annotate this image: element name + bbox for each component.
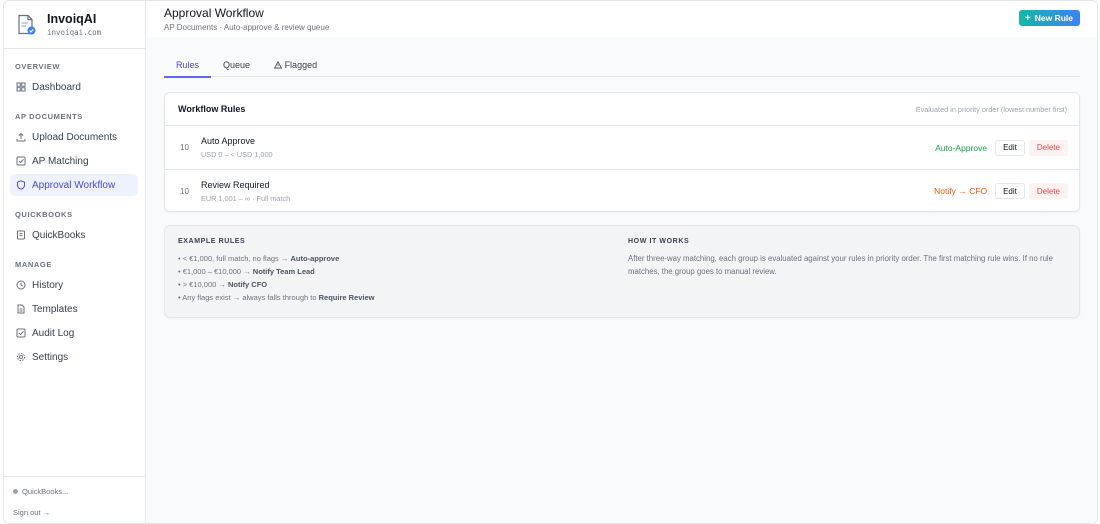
workflow-rules-note: Evaluated in priority order (lowest numb… [915,104,1067,114]
sidebar-item-quickbooks[interactable]: QuickBooks [10,224,138,246]
sidebar-item-ap-matching[interactable]: AP Matching [10,150,138,172]
sidebar-item-label: Approval Workflow [32,179,116,191]
rule-priority: 10 [180,186,189,196]
example-rules: EXAMPLE RULES • < €1,000, full match, no… [178,238,628,305]
example-rule-item: • €1,000 – €10,000 → Notify Team Lead [178,267,315,276]
plus-icon: + [1024,12,1031,24]
sidebar-item-label: Settings [32,351,69,363]
workflow-rules-title: Workflow Rules [178,104,246,114]
page-title: Approval Workflow [164,6,264,20]
sidebar-item-label: Templates [32,303,78,315]
rule-name: Review Required [201,179,270,190]
app-window: InvoiqAI invoiqai.com OVERVIEW Dashboard… [3,0,1098,524]
file-icon [16,304,26,314]
rule-name: Auto Approve [201,136,256,146]
quickbooks-status-label: QuickBooks... [22,487,69,496]
breadcrumb: AP Documents · Auto-approve & review que… [164,23,330,32]
upload-icon [16,132,26,142]
brand-name: InvoiqAI [47,12,97,26]
sidebar-item-label: AP Matching [32,155,89,167]
sidebar-item-history[interactable]: History [10,274,138,296]
sidebar-item-templates[interactable]: Templates [10,298,138,320]
check-square-icon [16,328,26,338]
sidebar-item-approval-workflow[interactable]: Approval Workflow [10,174,138,196]
edit-rule-button[interactable]: Edit [995,183,1025,199]
section-label-ap-documents: AP DOCUMENTS [15,112,83,121]
rule-action: Auto-Approve [935,142,988,153]
delete-rule-button[interactable]: Delete [1028,183,1068,199]
section-label-overview: OVERVIEW [15,62,61,71]
gear-icon [16,352,26,362]
example-rules-heading: EXAMPLE RULES [178,238,246,245]
tab-bar: Rules Queue Flagged [164,55,1080,78]
example-rule-item: • < €1,000, full match, no flags → Auto-… [178,254,340,263]
shield-icon [16,180,26,190]
sidebar-item-label: Upload Documents [32,131,118,143]
workflow-rules-header: Workflow Rules Evaluated in priority ord… [165,93,1079,126]
how-it-works-heading: HOW IT WORKS [628,238,690,245]
sidebar-item-audit-log[interactable]: Audit Log [10,322,138,344]
rule-condition: EUR 1,001 – ∞ · Full match [201,193,291,203]
sidebar-item-label: Dashboard [32,81,81,93]
section-label-quickbooks: QUICKBOOKS [15,210,73,219]
rule-action: Notify → CFO [934,186,988,196]
how-it-works-text: After three-way matching, each group is … [628,254,1053,276]
sign-out-link[interactable]: Sign out → [4,508,145,517]
sidebar-item-upload-documents[interactable]: Upload Documents [10,126,138,148]
info-card: EXAMPLE RULES • < €1,000, full match, no… [164,225,1080,318]
example-rule-item: • > €10,000 → Notify CFO [178,280,268,289]
sidebar-footer: QuickBooks... Sign out → [4,476,145,523]
new-rule-label: New Rule [1034,13,1073,23]
tab-flagged[interactable]: Flagged [262,55,329,77]
example-rule-item: • Any flags exist → always falls through… [178,293,375,302]
edit-rule-button[interactable]: Edit [995,139,1025,156]
workflow-rules-card: Workflow Rules Evaluated in priority ord… [164,92,1080,212]
sidebar-item-label: History [32,279,64,291]
sidebar-item-label: Audit Log [32,327,75,339]
status-dot-icon [13,489,18,494]
rule-row: 10 Auto Approve USD 0 – < USD 1,000 Auto… [165,126,1079,169]
new-rule-button[interactable]: + New Rule [1018,10,1080,26]
delete-rule-button[interactable]: Delete [1028,139,1068,156]
tab-flagged-label: Flagged [284,60,318,70]
warning-icon [273,60,283,70]
section-label-manage: MANAGE [15,260,52,269]
how-it-works: HOW IT WORKS After three-way matching, e… [628,238,1066,305]
sidebar: InvoiqAI invoiqai.com OVERVIEW Dashboard… [4,1,146,523]
sidebar-item-dashboard[interactable]: Dashboard [10,76,138,98]
brand-domain: invoiqai.com [47,28,102,37]
grid-icon [16,82,26,92]
quickbooks-status[interactable]: QuickBooks... [4,487,145,496]
rule-condition: USD 0 – < USD 1,000 [201,150,273,159]
sidebar-item-label: QuickBooks [32,229,86,241]
invoice-logo-icon [15,14,37,36]
sidebar-item-settings[interactable]: Settings [10,346,138,368]
main-content: Approval Workflow AP Documents · Auto-ap… [146,1,1097,523]
brand[interactable]: InvoiqAI invoiqai.com [4,1,145,49]
rule-row: 10 Review Required EUR 1,001 – ∞ · Full … [165,169,1079,212]
tab-queue[interactable]: Queue [211,55,262,77]
rule-priority: 10 [180,143,189,152]
clock-icon [16,280,26,290]
book-icon [16,230,26,240]
tab-rules[interactable]: Rules [164,55,212,78]
page-header: Approval Workflow AP Documents · Auto-ap… [146,1,1097,37]
check-square-icon [16,156,26,166]
